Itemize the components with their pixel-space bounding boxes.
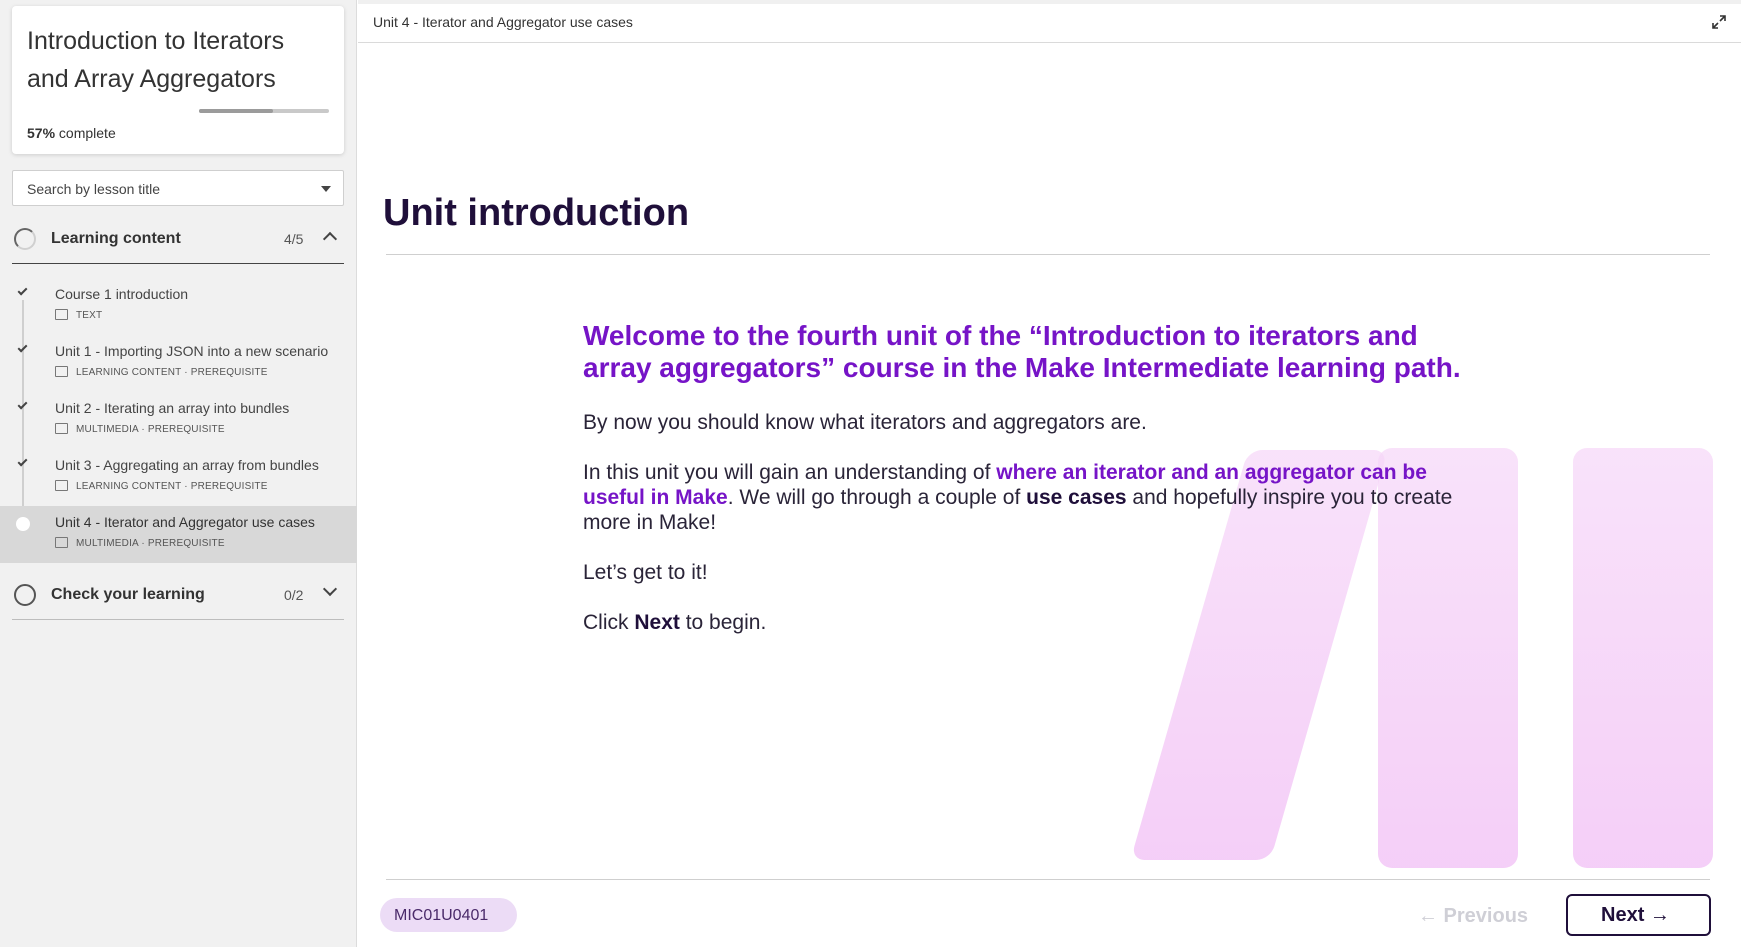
- checkmark-icon: [17, 399, 28, 410]
- section-count: 4/5: [284, 231, 304, 247]
- search-placeholder: Search by lesson title: [27, 181, 161, 197]
- progress-suffix: complete: [58, 125, 116, 141]
- checkmark-icon: [17, 342, 28, 353]
- lesson-meta: TEXT: [55, 309, 102, 321]
- media-icon: [55, 537, 68, 548]
- paragraph: In this unit you will gain an understand…: [583, 461, 1453, 534]
- media-icon: [55, 480, 68, 491]
- divider: [386, 254, 1710, 255]
- section-title: Learning content: [51, 230, 181, 247]
- lesson-title: Unit 1 - Importing JSON into a new scena…: [55, 343, 329, 359]
- topbar-title: Unit 4 - Iterator and Aggregator use cas…: [373, 14, 633, 30]
- caret-down-icon: [321, 186, 331, 192]
- lesson-title: Course 1 introduction: [55, 286, 189, 302]
- paragraph: Click Next to begin.: [583, 611, 767, 634]
- paragraph: By now you should know what iterators an…: [583, 411, 1147, 434]
- lesson-title: Unit 3 - Aggregating an array from bundl…: [55, 457, 319, 473]
- course-card: Introduction to Iterators and Array Aggr…: [12, 6, 344, 154]
- lesson-content-area: Unit 4 - Iterator and Aggregator use cas…: [358, 0, 1741, 947]
- text-document-icon: [55, 309, 68, 320]
- next-button[interactable]: Next →: [1566, 894, 1711, 936]
- section-check-your-learning[interactable]: Check your learning 0/2: [12, 570, 344, 620]
- divider: [386, 879, 1710, 880]
- lesson-item-unit-3[interactable]: Unit 3 - Aggregating an array from bundl…: [0, 449, 357, 506]
- progress-bar: [199, 109, 329, 113]
- section-learning-content[interactable]: Learning content 4/5: [12, 214, 344, 264]
- lesson-item-unit-4[interactable]: Unit 4 - Iterator and Aggregator use cas…: [0, 506, 357, 563]
- lesson-item-course-introduction[interactable]: Course 1 introduction TEXT: [0, 278, 357, 335]
- lesson-search-dropdown[interactable]: Search by lesson title: [12, 170, 344, 206]
- current-lesson-dot-icon: [16, 517, 30, 531]
- lesson-meta: LEARNING CONTENT · PREREQUISITE: [55, 480, 268, 492]
- chevron-down-icon[interactable]: [322, 581, 338, 597]
- sidebar: Introduction to Iterators and Array Aggr…: [0, 0, 357, 947]
- lesson-code-badge: MIC01U0401: [380, 898, 517, 932]
- lesson-title: Unit 2 - Iterating an array into bundles: [55, 400, 290, 416]
- checkmark-icon: [17, 285, 28, 296]
- progress-percent: 57%: [27, 125, 56, 141]
- progress-text: 57% complete: [27, 125, 116, 141]
- expand-icon[interactable]: [1711, 14, 1727, 30]
- lesson-body: Welcome to the fourth unit of the “Intro…: [583, 320, 1463, 660]
- previous-button[interactable]: ← Previous: [1418, 905, 1528, 928]
- lesson-meta: LEARNING CONTENT · PREREQUISITE: [55, 366, 268, 378]
- section-title: Check your learning: [51, 586, 205, 603]
- progress-circle-icon: [14, 584, 36, 606]
- lesson-meta: MULTIMEDIA · PREREQUISITE: [55, 423, 225, 435]
- checkmark-icon: [17, 456, 28, 467]
- paragraph: Let’s get to it!: [583, 561, 708, 584]
- course-title: Introduction to Iterators and Array Aggr…: [27, 27, 285, 93]
- page-title: Unit introduction: [383, 192, 690, 234]
- lesson-topbar: Unit 4 - Iterator and Aggregator use cas…: [358, 0, 1741, 43]
- lead-paragraph: Welcome to the fourth unit of the “Intro…: [583, 320, 1461, 383]
- lesson-title: Unit 4 - Iterator and Aggregator use cas…: [55, 514, 315, 530]
- lesson-item-unit-1[interactable]: Unit 1 - Importing JSON into a new scena…: [0, 335, 357, 392]
- progress-circle-icon: [14, 228, 36, 250]
- bold-text: Next: [634, 611, 680, 634]
- lesson-item-unit-2[interactable]: Unit 2 - Iterating an array into bundles…: [0, 392, 357, 449]
- section-count: 0/2: [284, 587, 304, 603]
- bold-text: use cases: [1026, 486, 1127, 509]
- lesson-meta: MULTIMEDIA · PREREQUISITE: [55, 537, 225, 549]
- decorative-shape: [1573, 448, 1713, 868]
- media-icon: [55, 423, 68, 434]
- chevron-up-icon[interactable]: [322, 231, 338, 247]
- media-icon: [55, 366, 68, 377]
- progress-bar-fill: [199, 109, 274, 113]
